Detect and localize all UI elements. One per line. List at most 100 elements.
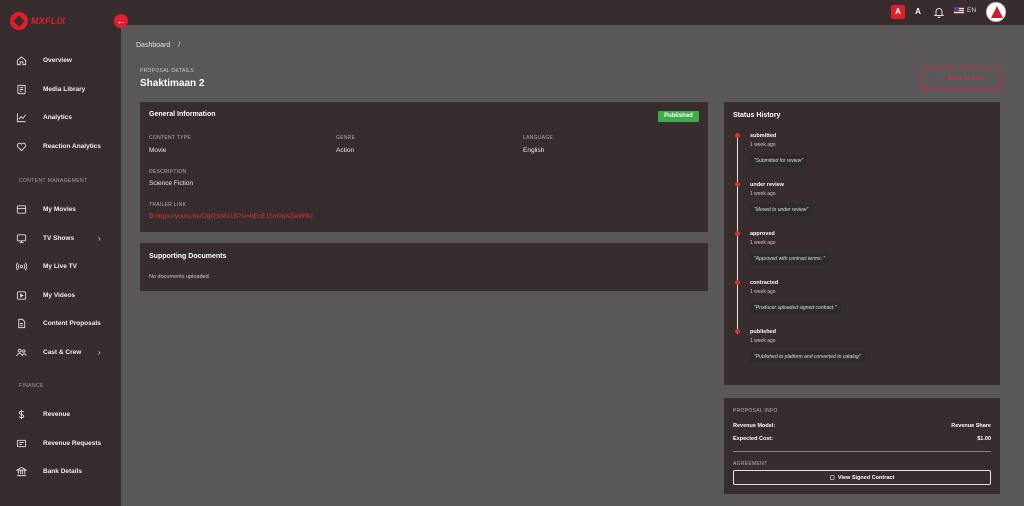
content-type-label: CONTENT TYPE: [149, 135, 192, 141]
timeline-time: 1 week ago: [750, 240, 776, 246]
sidebar-item-my-movies[interactable]: My Movies: [0, 199, 121, 219]
sidebar-item-label: Revenue Requests: [43, 439, 102, 447]
sidebar-item-label: Revenue: [43, 410, 71, 418]
expected-cost-label: Expected Cost:: [733, 436, 774, 442]
page-overline: PROPOSAL DETAILS: [140, 68, 194, 74]
view-signed-contract-label: View Signed Contract: [837, 474, 895, 481]
sidebar-item-label: Overview: [43, 56, 72, 64]
content-type-value: Movie: [149, 147, 167, 154]
timeline-status: under review: [750, 182, 784, 188]
home-icon: [15, 54, 27, 66]
page-title: Shaktimaan 2: [140, 78, 205, 89]
us-flag-icon: [954, 7, 964, 14]
expected-cost-value: $1.00: [977, 436, 991, 442]
timeline-dot: [735, 280, 740, 285]
brand-name: MXFLIX: [31, 16, 66, 26]
timeline-dot: [735, 231, 740, 236]
timeline-note: "Approved with contract terms: ": [750, 253, 830, 265]
breadcrumb: Dashboard /: [136, 42, 180, 49]
section-label-finance: FINANCE: [19, 383, 44, 389]
supporting-documents-title: Supporting Documents: [149, 253, 227, 260]
description-value: Science Fiction: [149, 180, 194, 187]
video-icon: [15, 289, 27, 301]
supporting-documents-card: [140, 243, 708, 291]
timeline-status: published: [750, 329, 776, 335]
language-value: English: [523, 147, 545, 154]
timeline-status: submitted: [750, 133, 777, 139]
trailer-link-label: TRAILER LINK: [149, 202, 187, 208]
receipt-icon: [15, 437, 27, 449]
sidebar-item-cast-crew[interactable]: Cast & Crew ›: [0, 342, 121, 362]
heart-icon: [15, 140, 27, 152]
timeline-note: "Published to platform and converted to …: [750, 351, 865, 363]
description-label: DESCRIPTION: [149, 169, 187, 175]
users-icon: [15, 346, 27, 358]
divider: [733, 451, 991, 452]
sidebar-item-my-live-tv[interactable]: My Live TV: [0, 256, 121, 276]
back-to-list-button[interactable]: ← Back to List: [921, 67, 1001, 90]
agreement-label: AGREEMENT: [733, 461, 768, 467]
film-icon: [15, 203, 27, 215]
sidebar-item-tv-shows[interactable]: TV Shows ›: [0, 228, 121, 248]
timeline-note: "Submitted for review": [750, 155, 808, 167]
dollar-icon: [15, 408, 27, 420]
sidebar-item-bank-details[interactable]: Bank Details: [0, 461, 121, 481]
timeline-status: contracted: [750, 280, 779, 286]
sidebar-item-reaction-analytics[interactable]: Reaction Analytics: [0, 136, 121, 156]
bell-icon[interactable]: [933, 6, 945, 18]
timeline-time: 1 week ago: [750, 289, 776, 295]
font-size-large-button[interactable]: A: [891, 5, 905, 19]
brand-logo[interactable]: MXFLIX: [10, 12, 66, 30]
sidebar-item-label: Reaction Analytics: [43, 142, 101, 150]
avatar[interactable]: [986, 2, 1006, 22]
font-size-small-button[interactable]: A: [911, 5, 925, 19]
sidebar-item-label: TV Shows: [43, 234, 75, 242]
revenue-model-value: Revenue Share: [951, 423, 991, 429]
document-icon: ▢: [829, 474, 835, 481]
bank-icon: [15, 465, 27, 477]
timeline-time: 1 week ago: [750, 142, 776, 148]
top-bar: A A EN: [121, 0, 1024, 25]
genre-label: GENRE: [336, 135, 356, 141]
section-label-content: CONTENT MANAGEMENT: [19, 178, 88, 184]
timeline-note: "Moved to under review": [750, 204, 813, 216]
status-history-title: Status History: [733, 112, 781, 119]
timeline-time: 1 week ago: [750, 338, 776, 344]
breadcrumb-dashboard[interactable]: Dashboard: [136, 42, 170, 49]
sidebar-item-analytics[interactable]: Analytics: [0, 107, 121, 127]
timeline-note: "Producer uploaded signed contract.": [750, 302, 841, 314]
sidebar-item-my-videos[interactable]: My Videos: [0, 285, 121, 305]
language-code: EN: [967, 7, 977, 14]
sidebar-item-label: My Videos: [43, 291, 76, 299]
tv-icon: [15, 232, 27, 244]
view-signed-contract-button[interactable]: ▢ View Signed Contract: [733, 470, 991, 485]
chart-icon: [15, 111, 27, 123]
sidebar-item-label: Cast & Crew: [43, 348, 82, 356]
library-icon: [15, 83, 27, 95]
broadcast-icon: [15, 260, 27, 272]
language-label: LANGUAGE: [523, 135, 554, 141]
sidebar: MXFLIX Overview Media Library Analytics …: [0, 0, 121, 506]
status-badge: Published: [658, 111, 699, 122]
logo-icon: [10, 12, 28, 30]
sidebar-item-label: My Movies: [43, 205, 76, 213]
sidebar-item-label: My Live TV: [43, 262, 77, 270]
timeline-dot: [735, 329, 740, 334]
sidebar-item-revenue-requests[interactable]: Revenue Requests: [0, 433, 121, 453]
sidebar-item-label: Bank Details: [43, 467, 83, 475]
no-documents-text: No documents uploaded.: [149, 274, 211, 280]
sidebar-item-content-proposals[interactable]: Content Proposals: [0, 313, 121, 333]
timeline-dot: [735, 133, 740, 138]
chevron-right-icon: ›: [98, 347, 101, 357]
sidebar-item-overview[interactable]: Overview: [0, 50, 121, 70]
trailer-link[interactable]: ⧉ https://youtu.be/OgI23o8z1B?si=bEcE15m…: [149, 213, 313, 221]
sidebar-collapse-button[interactable]: ←: [114, 14, 128, 28]
genre-value: Action: [336, 147, 355, 154]
timeline-time: 1 week ago: [750, 191, 776, 197]
sidebar-item-revenue[interactable]: Revenue: [0, 404, 121, 424]
expected-cost-row: Expected Cost: $1.00: [733, 436, 991, 442]
timeline-dot: [735, 182, 740, 187]
language-selector[interactable]: EN: [954, 7, 976, 14]
revenue-model-row: Revenue Model: Revenue Share: [733, 423, 991, 429]
sidebar-item-media-library[interactable]: Media Library: [0, 79, 121, 99]
